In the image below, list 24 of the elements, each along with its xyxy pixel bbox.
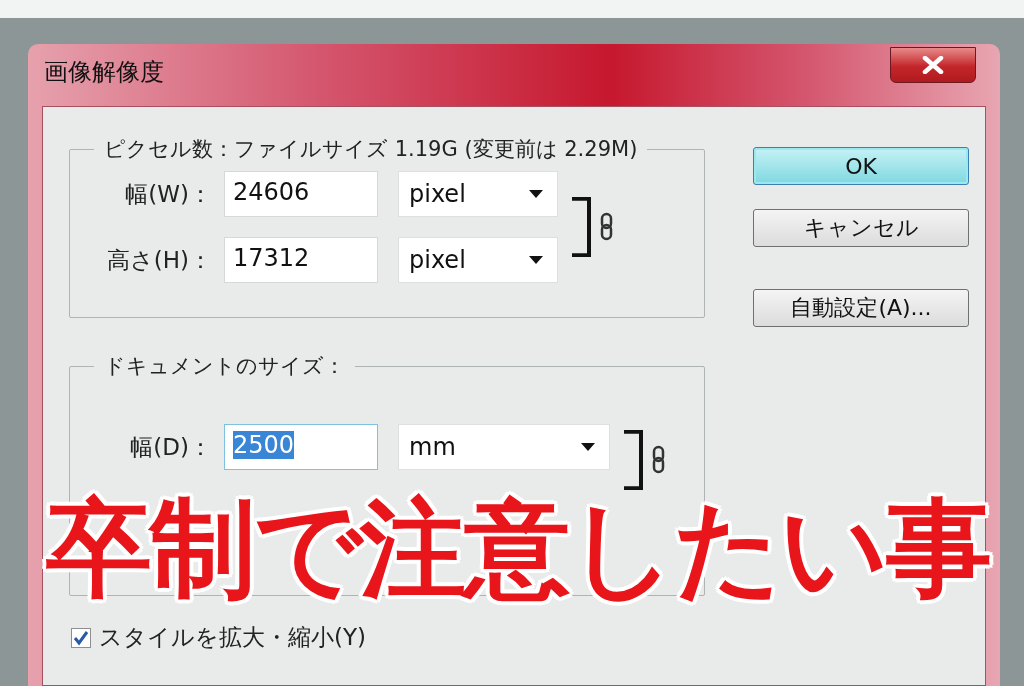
- unit-dropdown[interactable]: mm: [398, 424, 610, 470]
- dropdown-arrow-icon: [529, 256, 543, 264]
- checkbox-label: スタイルを拡大・縮小(Y): [99, 623, 366, 652]
- dialog-button[interactable]: キャンセル: [753, 209, 969, 247]
- unit-dropdown[interactable]: pixel: [398, 171, 558, 217]
- group-title: ドキュメントのサイズ：: [103, 353, 346, 380]
- window-title: 画像解像度: [44, 57, 164, 88]
- input-field[interactable]: 17312: [224, 237, 378, 283]
- group-title: ピクセル数：ファイルサイズ 1.19G (変更前は 2.29M): [103, 136, 639, 163]
- field-label: 高さ(H)：: [105, 245, 213, 275]
- close-icon: [922, 56, 944, 74]
- bracket-icon: [572, 197, 592, 257]
- dialog-button[interactable]: OK: [753, 147, 969, 185]
- dropdown-arrow-icon: [581, 443, 595, 451]
- dialog-button[interactable]: 自動設定(A)...: [753, 289, 969, 327]
- close-button[interactable]: [890, 47, 976, 83]
- unit-dropdown[interactable]: pixel: [398, 237, 558, 283]
- field-label: 幅(W)：: [124, 179, 213, 209]
- input-field[interactable]: 2500: [224, 424, 378, 470]
- dropdown-arrow-icon: [529, 190, 543, 198]
- field-label: 幅(D)：: [129, 432, 213, 462]
- input-field[interactable]: 24606: [224, 171, 378, 217]
- checkbox[interactable]: [71, 627, 91, 648]
- bracket-icon: [624, 430, 644, 490]
